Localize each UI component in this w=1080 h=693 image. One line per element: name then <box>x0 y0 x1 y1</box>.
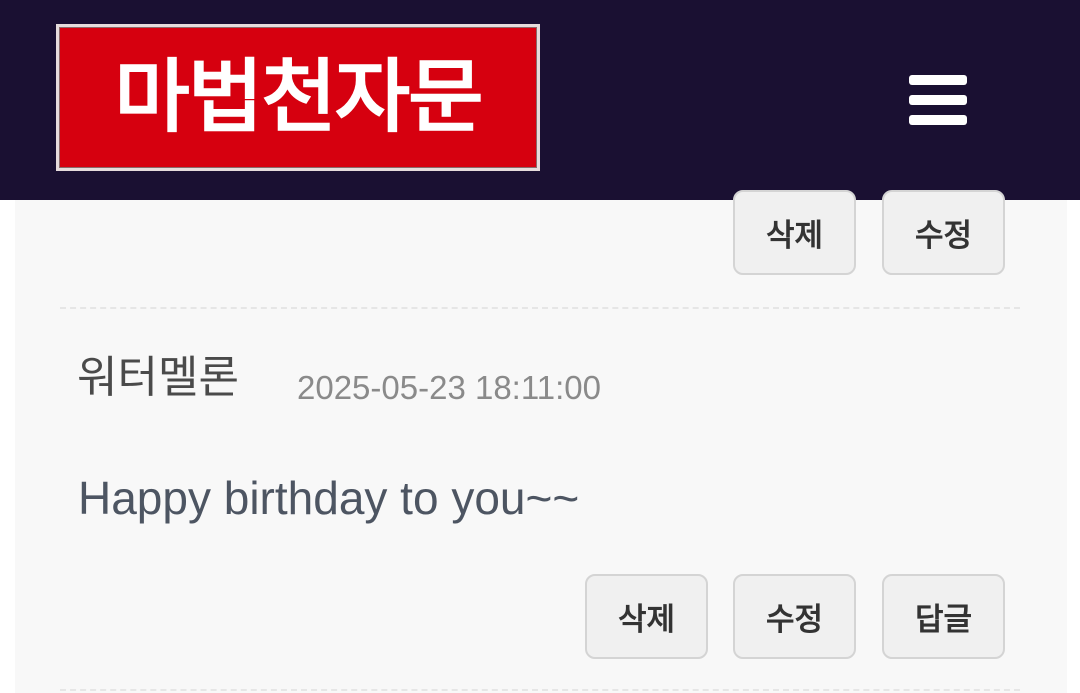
previous-comment-delete-button[interactable]: 삭제 <box>733 190 856 275</box>
site-header: 마법천자문 <box>0 0 1080 200</box>
comment-list: 삭제 수정 워터멜론 2025-05-23 18:11:00 Happy bir… <box>15 190 1067 693</box>
comment-divider <box>60 307 1020 309</box>
comment-edit-button[interactable]: 수정 <box>733 574 856 659</box>
previous-comment-edit-button[interactable]: 수정 <box>882 190 1005 275</box>
comment-text: Happy birthday to you~~ <box>78 472 580 524</box>
menu-bar <box>909 115 967 125</box>
logo-text: 마법천자문 <box>114 50 483 144</box>
site-logo[interactable]: 마법천자문 <box>56 24 540 171</box>
comment-divider <box>60 689 1020 691</box>
menu-bar <box>909 75 967 85</box>
comment-timestamp: 2025-05-23 18:11:00 <box>297 369 601 406</box>
comment-reply-button[interactable]: 답글 <box>882 574 1005 659</box>
hamburger-menu-icon[interactable] <box>898 70 978 130</box>
comment-author: 워터멜론 <box>77 352 239 403</box>
menu-bar <box>909 95 967 105</box>
comment-delete-button[interactable]: 삭제 <box>585 574 708 659</box>
